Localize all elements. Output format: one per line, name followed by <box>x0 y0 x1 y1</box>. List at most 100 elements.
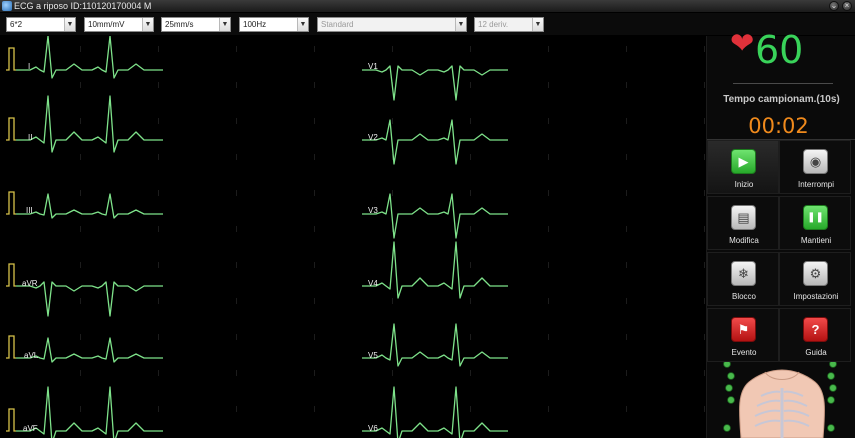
grid-mark <box>80 298 81 304</box>
trace-V6 <box>362 386 508 438</box>
grid-mark <box>314 298 315 304</box>
lead-label-avf: aVF <box>23 424 38 433</box>
grid-mark <box>236 262 237 268</box>
electrode-C3 <box>725 384 733 392</box>
hold-button[interactable]: ❚❚ Mantieni <box>779 196 851 250</box>
grid-mark <box>236 82 237 88</box>
event-button[interactable]: ⚑ Evento <box>707 308 779 362</box>
grid-mark <box>80 82 81 88</box>
grid-mark <box>626 154 627 160</box>
grid-mark <box>80 262 81 268</box>
grid-mark <box>470 406 471 412</box>
grid-mark <box>626 298 627 304</box>
app-icon <box>2 1 12 11</box>
grid-mark <box>470 298 471 304</box>
settings-button[interactable]: ⚙ Impostazioni <box>779 252 851 306</box>
snowflake-icon-glyph: ❄ <box>738 266 749 281</box>
grid-mark <box>626 190 627 196</box>
edit-button-label: Modifica <box>729 236 759 245</box>
grid-mark <box>236 118 237 124</box>
lead-label-v4: V4 <box>368 279 378 288</box>
electrode-R <box>723 362 731 368</box>
grid-mark <box>80 46 81 52</box>
leads-select[interactable]: 12 deriv. ▼ <box>474 17 544 32</box>
grid-mark <box>470 46 471 52</box>
grid-mark <box>314 190 315 196</box>
grid-mark <box>314 334 315 340</box>
grid-mark <box>314 154 315 160</box>
chevron-down-icon[interactable]: ▼ <box>455 18 466 31</box>
minimize-button[interactable]: ⌄ <box>829 1 839 11</box>
grid-mark <box>704 154 705 160</box>
grid-mark <box>704 82 705 88</box>
grid-mark <box>392 118 393 124</box>
window-title: ECG a riposo ID:110120170004 M <box>14 1 152 11</box>
start-button[interactable]: ▶ Inizio <box>707 140 779 194</box>
grid-mark <box>158 334 159 340</box>
grid-mark <box>470 82 471 88</box>
control-panel: ❤ 60 Tempo campionam.(10s) 00:02 ▶ Inizi… <box>706 29 855 438</box>
mode-select-value: Standard <box>321 20 354 29</box>
grid-mark <box>548 118 549 124</box>
chevron-down-icon[interactable]: ▼ <box>219 18 230 31</box>
chevron-down-icon[interactable]: ▼ <box>532 18 543 31</box>
leads-select-value: 12 deriv. <box>478 20 509 29</box>
grid-mark <box>548 298 549 304</box>
trace-V5 <box>362 323 508 367</box>
grid-mark <box>158 226 159 232</box>
close-button[interactable]: × <box>842 1 852 11</box>
grid-mark <box>158 262 159 268</box>
speed-select[interactable]: 25mm/s ▼ <box>161 17 231 32</box>
trace-III <box>16 193 163 219</box>
grid-mark <box>236 190 237 196</box>
grid-mark <box>314 118 315 124</box>
trace-V4 <box>362 241 508 299</box>
grid-mark <box>626 262 627 268</box>
settings-button-label: Impostazioni <box>793 292 839 301</box>
help-icon-glyph: ? <box>811 322 820 337</box>
pause-icon-glyph: ❚❚ <box>807 212 824 223</box>
grid-mark <box>236 298 237 304</box>
grid-mark <box>626 406 627 412</box>
gear-icon: ⚙ <box>803 261 828 286</box>
trace-I <box>16 36 163 79</box>
chevron-down-icon[interactable]: ▼ <box>64 18 75 31</box>
freeze-button[interactable]: ❄ Blocco <box>707 252 779 306</box>
stop-button[interactable]: ◉ Interrompi <box>779 140 851 194</box>
title-bar: ECG a riposo ID:110120170004 M ⌄ × <box>0 0 855 12</box>
filter-select[interactable]: 100Hz ▼ <box>239 17 309 32</box>
stop-button-label: Interrompi <box>797 180 834 189</box>
grid-mark <box>470 118 471 124</box>
grid-mark <box>80 406 81 412</box>
edit-button[interactable]: ▤ Modifica <box>707 196 779 250</box>
grid-mark <box>548 190 549 196</box>
grid-mark <box>704 46 705 52</box>
grid-mark <box>158 154 159 160</box>
grid-mark <box>704 262 705 268</box>
grid-mark <box>704 406 705 412</box>
event-button-label: Evento <box>731 348 757 357</box>
chevron-down-icon[interactable]: ▼ <box>297 18 308 31</box>
lead-label-avr: aVR <box>22 279 38 288</box>
ecg-traces <box>6 36 705 438</box>
trace-aVF <box>16 386 163 438</box>
play-icon: ▶ <box>731 149 756 174</box>
divider <box>733 83 833 84</box>
chevron-down-icon[interactable]: ▼ <box>142 18 153 31</box>
grid-mark <box>470 190 471 196</box>
trace-V1 <box>362 65 508 101</box>
amplitude-select[interactable]: 10mm/mV ▼ <box>84 17 154 32</box>
grid-mark <box>548 154 549 160</box>
pause-icon: ❚❚ <box>803 205 828 230</box>
electrode-C5 <box>727 396 735 404</box>
calibration-pulse <box>6 117 16 141</box>
grid-mark <box>392 190 393 196</box>
help-button[interactable]: ? Guida <box>779 308 851 362</box>
clipboard-icon-glyph: ▤ <box>737 210 750 225</box>
layout-select[interactable]: 6*2 ▼ <box>6 17 76 32</box>
mode-select[interactable]: Standard ▼ <box>317 17 467 32</box>
grid-mark <box>548 46 549 52</box>
lead-label-v5: V5 <box>368 351 378 360</box>
grid-mark <box>158 298 159 304</box>
grid-mark <box>470 370 471 376</box>
